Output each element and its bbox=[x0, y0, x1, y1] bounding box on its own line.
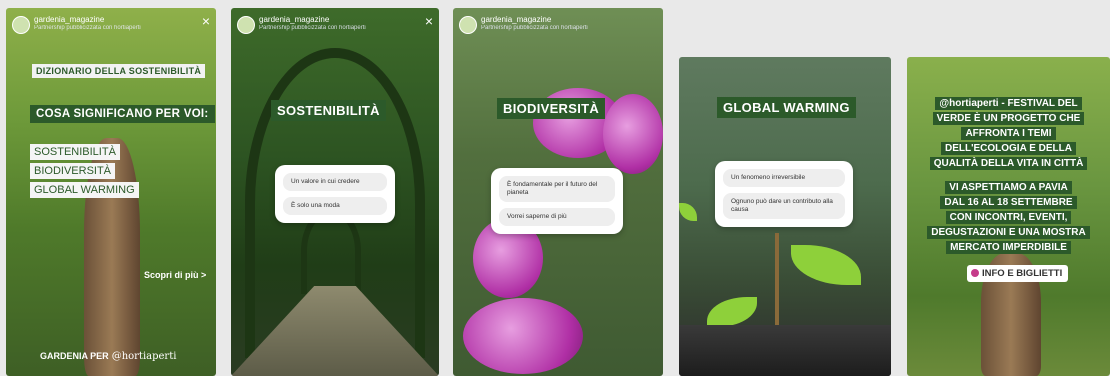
info-tickets-label: INFO E BIGLIETTI bbox=[982, 268, 1063, 279]
story-festival[interactable]: @hortiaperti - FESTIVAL DEL VERDE È UN P… bbox=[907, 57, 1110, 376]
close-icon[interactable]: × bbox=[425, 14, 433, 28]
footer-text: GARDENIA PER bbox=[40, 351, 109, 361]
quiz-box: È fondamentale per il futuro del pianeta… bbox=[491, 168, 623, 234]
story-header: gardenia_magazine Partnership pubblicizz… bbox=[459, 14, 657, 38]
description-line: VERDE È UN PROGETTO CHE bbox=[932, 112, 1085, 125]
partnership-label: Partnership pubblicizzata con hortiapert… bbox=[34, 25, 141, 31]
close-icon[interactable]: × bbox=[202, 14, 210, 28]
quiz-box: Un fenomeno irreversibile Ognuno può dar… bbox=[715, 161, 853, 227]
quiz-option-2[interactable]: Vorrei saperne di più bbox=[499, 208, 615, 226]
story-dizionario[interactable]: gardenia_magazine Partnership pubblicizz… bbox=[6, 8, 216, 376]
account-name[interactable]: gardenia_magazine bbox=[259, 15, 329, 24]
quiz-option-2[interactable]: È solo una moda bbox=[283, 197, 387, 215]
story-header: gardenia_magazine Partnership pubblicizz… bbox=[237, 14, 433, 38]
info-tickets-button[interactable]: INFO E BIGLIETTI bbox=[967, 265, 1069, 282]
description-line: @hortiaperti - FESTIVAL DEL bbox=[935, 97, 1082, 110]
sprout-stem bbox=[775, 233, 779, 333]
story-title: GLOBAL WARMING bbox=[717, 97, 856, 118]
festival-description: @hortiaperti - FESTIVAL DEL VERDE È UN P… bbox=[907, 97, 1110, 170]
discover-more-link[interactable]: Scopri di più > bbox=[144, 270, 206, 280]
story-global-warming[interactable]: GLOBAL WARMING Un fenomeno irreversibile… bbox=[679, 57, 891, 376]
details-line: DAL 16 AL 18 SETTEMBRE bbox=[940, 196, 1077, 209]
quiz-option-2[interactable]: Ognuno può dare un contributo alla causa bbox=[723, 193, 845, 219]
flower-petal bbox=[603, 94, 663, 174]
story-sostenibilita[interactable]: gardenia_magazine Partnership pubblicizz… bbox=[231, 8, 439, 376]
camera-icon bbox=[971, 269, 979, 277]
account-name[interactable]: gardenia_magazine bbox=[34, 15, 104, 24]
story-title: SOSTENIBILITÀ bbox=[271, 100, 386, 121]
flower-petal bbox=[463, 298, 583, 374]
details-line: CON INCONTRI, EVENTI, bbox=[945, 211, 1072, 224]
story-header: gardenia_magazine Partnership pubblicizz… bbox=[12, 14, 210, 38]
sprout-leaf bbox=[791, 245, 861, 285]
avatar[interactable] bbox=[459, 16, 477, 34]
festival-details: VI ASPETTIAMO A PAVIA DAL 16 AL 18 SETTE… bbox=[907, 181, 1110, 254]
description-line: QUALITÀ DELLA VITA IN CITTÀ bbox=[929, 157, 1088, 170]
story-footer: GARDENIA PER @hortiaperti bbox=[40, 351, 176, 362]
details-line: DEGUSTAZIONI E UNA MOSTRA bbox=[927, 226, 1090, 239]
soil bbox=[679, 325, 891, 376]
account-name[interactable]: gardenia_magazine bbox=[481, 15, 551, 24]
avatar[interactable] bbox=[237, 16, 255, 34]
quiz-option-1[interactable]: Un fenomeno irreversibile bbox=[723, 169, 845, 187]
sprout-leaf bbox=[707, 297, 757, 327]
story-heading: COSA SIGNIFICANO PER VOI: bbox=[30, 105, 215, 123]
description-line: DELL'ECOLOGIA E DELLA bbox=[940, 142, 1076, 155]
term-global-warming: GLOBAL WARMING bbox=[30, 182, 139, 198]
quiz-option-1[interactable]: Un valore in cui credere bbox=[283, 173, 387, 191]
details-line: VI ASPETTIAMO A PAVIA bbox=[945, 181, 1072, 194]
quiz-option-1[interactable]: È fondamentale per il futuro del pianeta bbox=[499, 176, 615, 202]
footer-handle[interactable]: @hortiaperti bbox=[112, 351, 177, 362]
sprout-leaf bbox=[679, 203, 697, 221]
description-line: AFFRONTA I TEMI bbox=[961, 127, 1056, 140]
story-title: BIODIVERSITÀ bbox=[497, 98, 606, 119]
avatar[interactable] bbox=[12, 16, 30, 34]
details-line: MERCATO IMPERDIBILE bbox=[946, 241, 1071, 254]
story-biodiversita[interactable]: gardenia_magazine Partnership pubblicizz… bbox=[453, 8, 663, 376]
partnership-label: Partnership pubblicizzata con hortiapert… bbox=[259, 25, 366, 31]
term-biodiversita: BIODIVERSITÀ bbox=[30, 163, 116, 179]
partnership-label: Partnership pubblicizzata con hortiapert… bbox=[481, 25, 588, 31]
quiz-box: Un valore in cui credere È solo una moda bbox=[275, 165, 395, 223]
dictionary-label: DIZIONARIO DELLA SOSTENIBILITÀ bbox=[32, 64, 206, 78]
terms-list: SOSTENIBILITÀ BIODIVERSITÀ GLOBAL WARMIN… bbox=[30, 144, 139, 198]
term-sostenibilita: SOSTENIBILITÀ bbox=[30, 144, 120, 160]
